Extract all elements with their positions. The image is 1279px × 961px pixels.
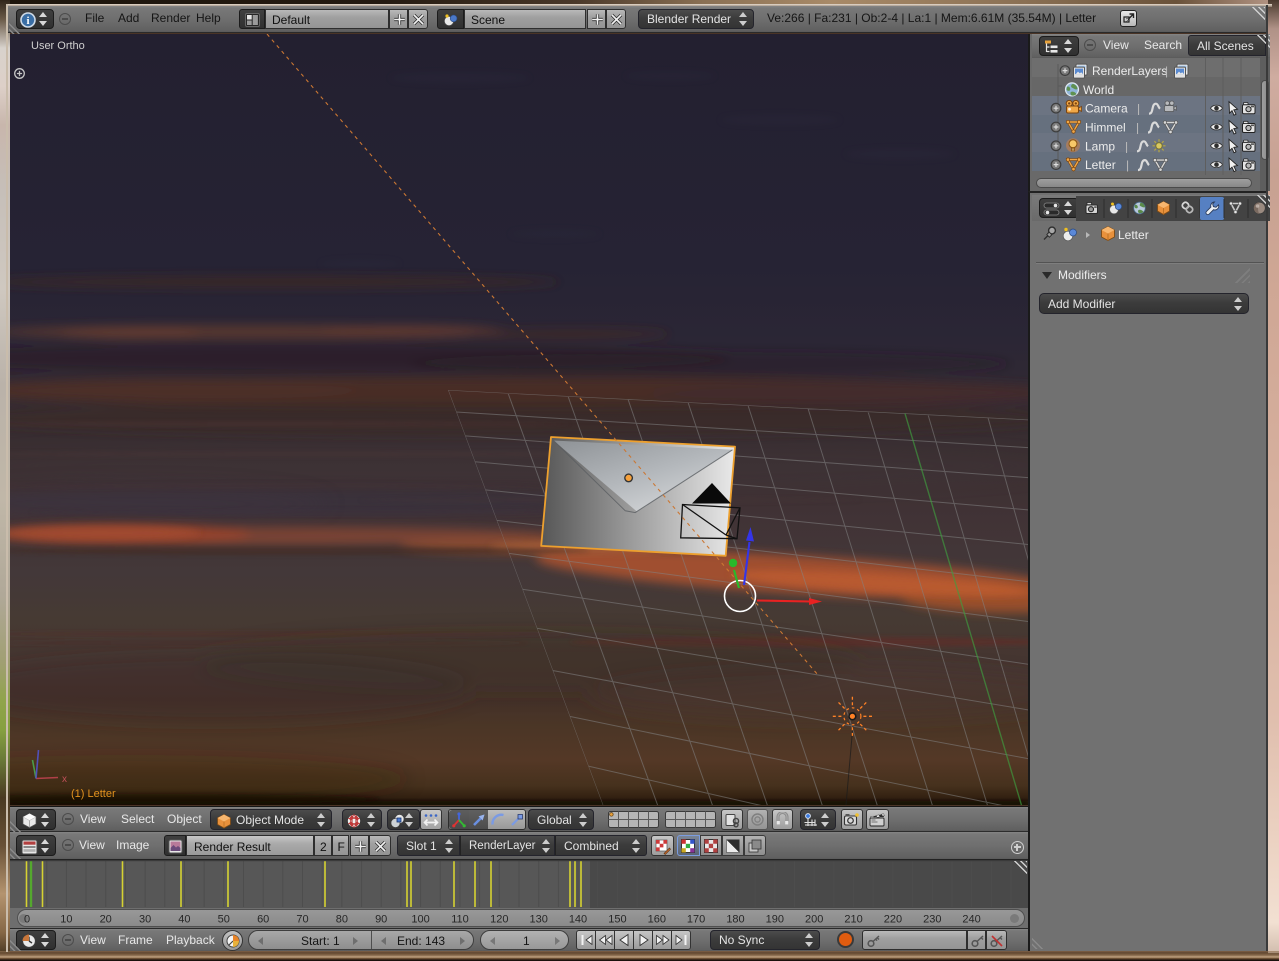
svg-text:World: World bbox=[1083, 83, 1114, 97]
svg-text:|: | bbox=[1126, 158, 1129, 172]
svg-text:20: 20 bbox=[100, 914, 112, 926]
svg-text:60: 60 bbox=[257, 914, 269, 926]
svg-text:70: 70 bbox=[296, 914, 308, 926]
svg-text:220: 220 bbox=[884, 914, 902, 926]
svg-text:90: 90 bbox=[375, 914, 387, 926]
svg-text:RenderLayers: RenderLayers bbox=[1092, 64, 1167, 78]
svg-text:170: 170 bbox=[687, 914, 705, 926]
svg-text:190: 190 bbox=[766, 914, 784, 926]
svg-text:x: x bbox=[62, 774, 67, 785]
svg-text:i: i bbox=[26, 15, 29, 27]
svg-text:240: 240 bbox=[962, 914, 980, 926]
svg-text:100: 100 bbox=[411, 914, 429, 926]
svg-text:230: 230 bbox=[923, 914, 941, 926]
svg-text:80: 80 bbox=[336, 914, 348, 926]
svg-text:160: 160 bbox=[648, 914, 666, 926]
svg-text:200: 200 bbox=[805, 914, 823, 926]
svg-text:110: 110 bbox=[451, 914, 469, 926]
svg-text:10: 10 bbox=[60, 914, 72, 926]
svg-text:(1) Letter: (1) Letter bbox=[71, 788, 116, 800]
svg-text:130: 130 bbox=[530, 914, 548, 926]
svg-text:|: | bbox=[1137, 102, 1140, 116]
svg-text:0: 0 bbox=[24, 914, 30, 926]
svg-text:50: 50 bbox=[218, 914, 230, 926]
svg-text:30: 30 bbox=[139, 914, 151, 926]
svg-text:Letter: Letter bbox=[1085, 158, 1116, 172]
svg-text:140: 140 bbox=[569, 914, 587, 926]
svg-text:40: 40 bbox=[178, 914, 190, 926]
svg-text:180: 180 bbox=[726, 914, 744, 926]
svg-text:User Ortho: User Ortho bbox=[31, 40, 85, 52]
svg-text:|: | bbox=[1125, 139, 1128, 153]
svg-text:Letter: Letter bbox=[1118, 228, 1149, 242]
svg-text:210: 210 bbox=[844, 914, 862, 926]
svg-text:150: 150 bbox=[608, 914, 626, 926]
svg-text:Camera: Camera bbox=[1085, 102, 1128, 116]
svg-text:|: | bbox=[1165, 64, 1168, 78]
svg-text:Lamp: Lamp bbox=[1085, 139, 1115, 153]
svg-text:120: 120 bbox=[490, 914, 508, 926]
svg-text:Himmel: Himmel bbox=[1085, 121, 1126, 135]
svg-text:|: | bbox=[1136, 121, 1139, 135]
